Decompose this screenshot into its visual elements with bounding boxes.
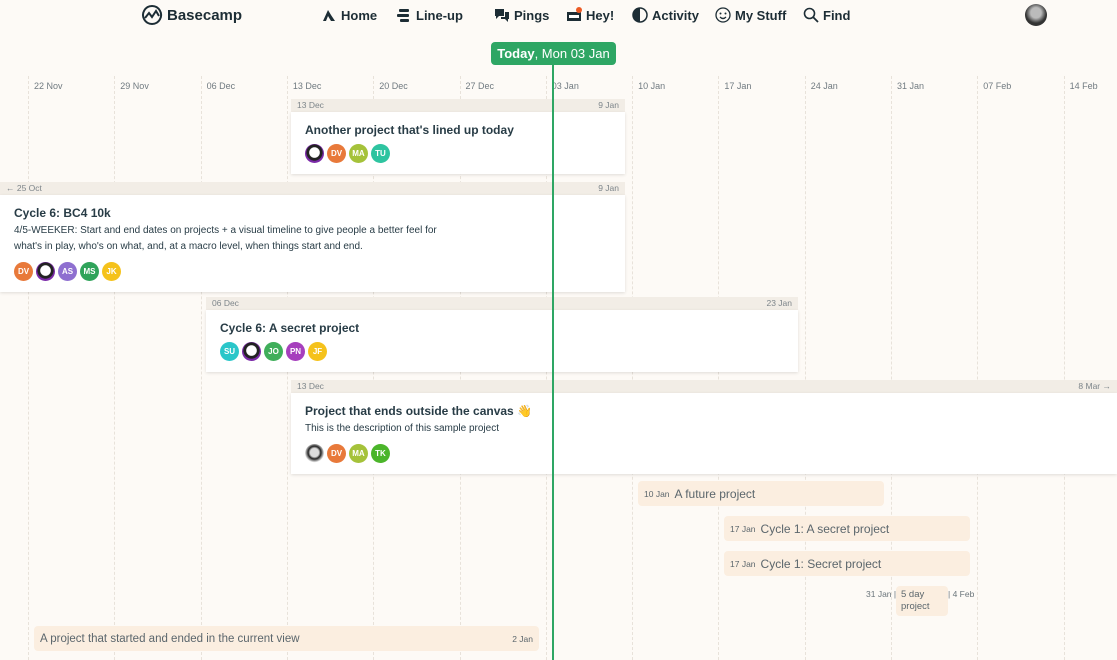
user-avatar[interactable] — [1025, 4, 1047, 26]
project-date-bar: ← 25 Oct 9 Jan — [0, 182, 625, 195]
avatar[interactable]: PN — [286, 342, 305, 361]
project-description: 4/5-WEEKER: Start and end dates on proje… — [14, 225, 437, 252]
date-tick: 20 Dec — [379, 81, 408, 91]
avatar[interactable]: JF — [308, 342, 327, 361]
project-title[interactable]: Cycle 6: BC4 10k — [14, 206, 611, 220]
project-date-bar: 13 Dec 9 Jan — [291, 99, 625, 112]
end-date: 9 Jan — [598, 100, 619, 110]
end-date: 23 Jan — [766, 298, 792, 308]
grid-line — [977, 76, 979, 660]
start-date: 06 Dec — [212, 298, 239, 308]
future-project-pill[interactable]: 17 Jan Cycle 1: A secret project — [724, 516, 970, 541]
nav-line-up[interactable]: Line-up — [396, 7, 463, 23]
grid-line — [28, 76, 29, 660]
today-marker: Today, Mon 03 Jan — [491, 42, 616, 65]
nav-find[interactable]: Find — [803, 7, 850, 23]
date-tick: 10 Jan — [638, 81, 666, 91]
avatar[interactable] — [242, 342, 261, 361]
future-project-pill[interactable]: 17 Jan Cycle 1: Secret project — [724, 551, 970, 576]
end-date: 9 Jan — [598, 183, 619, 193]
start-date: ← 25 Oct — [6, 183, 42, 193]
end-date: 8 Mar → — [1078, 381, 1111, 391]
grid-line — [1063, 76, 1065, 660]
nav-label: Line-up — [416, 7, 463, 23]
avatar[interactable] — [36, 262, 55, 281]
brand-name: Basecamp — [167, 6, 243, 24]
lineup-icon — [397, 9, 409, 22]
grid-line — [114, 76, 116, 660]
project-card[interactable]: Project that ends outside the canvas 👋 Th… — [291, 393, 1117, 474]
avatar[interactable]: DV — [327, 444, 346, 463]
avatar[interactable]: MS — [80, 262, 99, 281]
avatar[interactable]: JK — [102, 262, 121, 281]
nav-label: Home — [341, 7, 378, 23]
date-tick: 22 Nov — [34, 81, 63, 91]
short-project-start: 31 Jan | — [866, 589, 897, 599]
avatar[interactable]: TU — [371, 144, 390, 163]
start-date: 13 Dec — [297, 381, 324, 391]
short-project-end: | 4 Feb — [948, 589, 975, 599]
start-date: 13 Dec — [297, 100, 324, 110]
short-project-pill[interactable]: 5 day project — [896, 586, 948, 616]
basecamp-logo-icon — [142, 5, 163, 25]
date-tick: 14 Feb — [1069, 81, 1098, 91]
avatar-list: SU JO PN JF — [220, 342, 784, 361]
nav-home[interactable]: Home — [321, 7, 377, 23]
nav-label: Find — [823, 7, 851, 23]
avatar[interactable]: DV — [327, 144, 346, 163]
activity-icon — [632, 7, 648, 23]
top-nav: Basecamp Home Line-up Pings Hey! Activity My … — [0, 0, 1117, 32]
project-card[interactable]: Cycle 6: BC4 10k 4/5-WEEKER: Start and en… — [0, 195, 625, 292]
date-tick: 07 Feb — [983, 81, 1012, 91]
nav-label: Activity — [652, 7, 699, 23]
date-tick: 27 Dec — [465, 81, 495, 91]
avatar[interactable]: DV — [14, 262, 33, 281]
nav-pings[interactable]: Pings — [494, 7, 549, 23]
future-project-pill[interactable]: 10 Jan A future project — [638, 481, 884, 506]
project-card[interactable]: Cycle 6: A secret project SU JO PN JF — [206, 310, 798, 372]
past-project-pill[interactable]: A project that started and ended in the … — [34, 626, 539, 651]
date-tick: 24 Jan — [810, 81, 838, 91]
avatar-list: DV MA TK — [305, 444, 1103, 463]
pings-icon — [495, 9, 509, 22]
date-tick: 31 Jan — [897, 81, 925, 91]
project-title[interactable]: Project that ends outside the canvas 👋 — [305, 404, 1103, 418]
avatar[interactable]: TK — [371, 444, 390, 463]
avatar[interactable]: JO — [264, 342, 283, 361]
hey-icon — [567, 7, 582, 21]
date-tick: 17 Jan — [724, 81, 752, 91]
date-tick: 13 Dec — [292, 81, 322, 91]
nav-label: Hey! — [586, 7, 615, 23]
project-description: This is the description of this sample p… — [305, 423, 499, 434]
nav-label: My Stuff — [735, 7, 787, 23]
date-tick: 03 Jan — [551, 81, 579, 91]
avatar[interactable]: AS — [58, 262, 77, 281]
date-tick: 06 Dec — [206, 81, 236, 91]
basecamp-logo[interactable]: Basecamp — [141, 4, 242, 26]
avatar-list: DV MA TU — [305, 144, 611, 163]
avatar[interactable]: MA — [349, 444, 368, 463]
today-line — [552, 64, 554, 660]
date-tick: 29 Nov — [120, 81, 149, 91]
avatar-list: DV AS MS JK — [14, 262, 611, 281]
nav-activity[interactable]: Activity — [632, 7, 699, 23]
project-title[interactable]: Cycle 6: A secret project — [220, 321, 784, 335]
search-icon — [803, 7, 819, 23]
avatar[interactable] — [305, 444, 324, 463]
project-card[interactable]: Another project that's lined up today DV M… — [291, 112, 625, 174]
nav-my-stuff[interactable]: My Stuff — [715, 7, 786, 23]
avatar[interactable]: MA — [349, 144, 368, 163]
avatar[interactable]: SU — [220, 342, 239, 361]
avatar[interactable] — [305, 144, 324, 163]
smiley-icon — [715, 7, 731, 23]
home-icon — [323, 10, 335, 21]
project-date-bar: 06 Dec 23 Jan — [206, 297, 798, 310]
grid-line — [200, 76, 202, 660]
nav-hey[interactable]: Hey! — [566, 7, 614, 23]
project-date-bar: 13 Dec 8 Mar → — [291, 380, 1117, 393]
nav-label: Pings — [514, 7, 550, 23]
project-title[interactable]: Another project that's lined up today — [305, 123, 611, 137]
